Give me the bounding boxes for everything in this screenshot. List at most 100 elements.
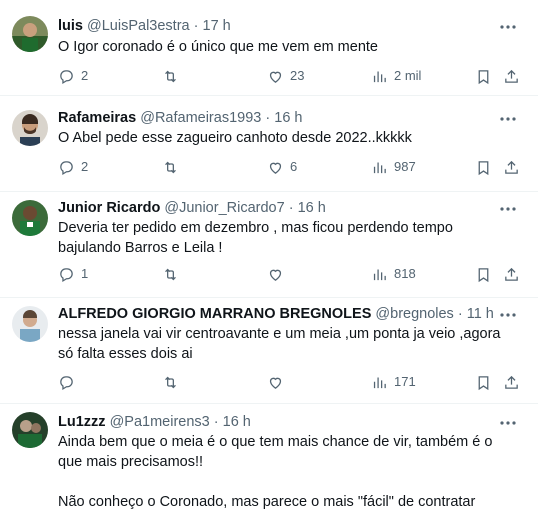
tweet[interactable]: luis @LuisPal3estra · 17 h O Igor corona… — [0, 0, 538, 96]
tweet[interactable]: Lu1zzz @Pa1meirens3 · 16 h Ainda bem que… — [0, 404, 538, 510]
views-count: 171 — [394, 374, 416, 389]
bookmark-button[interactable] — [475, 157, 492, 177]
author-name[interactable]: Rafameiras — [58, 110, 136, 126]
like-count: 23 — [290, 68, 305, 83]
author-name[interactable]: luis — [58, 18, 83, 34]
timestamp[interactable]: 16 h — [298, 200, 326, 216]
like-icon — [269, 162, 282, 174]
views-icon — [373, 269, 386, 280]
tweet-text: O Igor coronado é o único que me vem em … — [58, 37, 518, 57]
timestamp[interactable]: 11 h — [467, 306, 494, 322]
reply-icon — [60, 160, 73, 175]
reply-icon — [60, 69, 73, 84]
reply-button[interactable]: 1 — [58, 264, 88, 284]
bookmark-button[interactable] — [475, 372, 492, 392]
share-icon — [505, 69, 518, 83]
timestamp[interactable]: 16 h — [274, 110, 302, 126]
tweet-header: Lu1zzz @Pa1meirens3 · 16 h — [58, 412, 498, 432]
reply-button[interactable]: 2 — [58, 157, 88, 177]
views-icon — [373, 162, 386, 173]
tweet-text-paragraph: Deveria ter pedido em dezembro , mas fic… — [58, 220, 453, 256]
like-icon — [269, 269, 282, 281]
timestamp[interactable]: 16 h — [223, 414, 251, 430]
more-icon[interactable] — [498, 17, 518, 37]
more-icon[interactable] — [498, 109, 518, 129]
reply-feed: luis @LuisPal3estra · 17 h O Igor corona… — [0, 0, 538, 510]
reply-icon — [60, 375, 73, 390]
avatar[interactable] — [12, 200, 48, 236]
bookmark-button[interactable] — [475, 66, 492, 86]
author-handle[interactable]: @bregnoles — [375, 306, 453, 322]
share-icon — [505, 375, 518, 389]
reply-count: 2 — [81, 68, 89, 83]
retweet-button[interactable] — [162, 157, 185, 177]
tweet-text: Deveria ter pedido em dezembro , mas fic… — [58, 218, 518, 258]
share-button[interactable] — [503, 264, 520, 284]
more-icon[interactable] — [498, 305, 518, 325]
timestamp[interactable]: 17 h — [203, 18, 231, 34]
retweet-button[interactable] — [162, 264, 185, 284]
reply-button[interactable]: 2 — [58, 66, 88, 86]
tweet-actions: 2 6 987 — [58, 157, 538, 177]
author-name[interactable]: ALFREDO GIORGIO MARRANO BREGNOLES — [58, 306, 371, 322]
views-button[interactable]: 2 mil — [371, 66, 421, 86]
reply-icon — [60, 267, 73, 282]
share-button[interactable] — [503, 372, 520, 392]
tweet[interactable]: Junior Ricardo @Junior_Ricardo7 · 16 h D… — [0, 192, 538, 298]
author-handle[interactable]: @Junior_Ricardo7 — [164, 200, 284, 216]
share-icon — [505, 160, 518, 174]
tweet[interactable]: Rafameiras @Rafameiras1993 · 16 h O Abel… — [0, 96, 538, 192]
tweet-text-paragraph: O Igor coronado é o único que me vem em … — [58, 39, 378, 55]
bookmark-button[interactable] — [475, 264, 492, 284]
views-count: 2 mil — [394, 68, 422, 83]
avatar[interactable] — [12, 16, 48, 52]
views-button[interactable]: 818 — [371, 264, 416, 284]
share-button[interactable] — [503, 66, 520, 86]
tweet-actions: 171 — [58, 372, 538, 392]
retweet-button[interactable] — [162, 372, 185, 392]
views-button[interactable]: 987 — [371, 157, 416, 177]
avatar[interactable] — [12, 306, 48, 342]
bookmark-icon — [478, 69, 489, 84]
tweet-text: O Abel pede esse zagueiro canhoto desde … — [58, 128, 518, 148]
more-icon[interactable] — [498, 413, 518, 433]
avatar[interactable] — [12, 412, 48, 448]
share-icon — [505, 267, 518, 281]
tweet-actions: 1 818 — [58, 264, 538, 284]
reply-button[interactable] — [58, 372, 81, 392]
tweet-header: Rafameiras @Rafameiras1993 · 16 h — [58, 108, 498, 128]
avatar[interactable] — [12, 110, 48, 146]
share-button[interactable] — [503, 157, 520, 177]
like-button[interactable]: 6 — [267, 157, 297, 177]
like-button[interactable] — [267, 372, 290, 392]
tweet-header: Junior Ricardo @Junior_Ricardo7 · 16 h — [58, 198, 498, 218]
retweet-icon — [165, 161, 176, 173]
like-button[interactable]: 23 — [267, 66, 304, 86]
bookmark-icon — [478, 375, 489, 390]
author-handle[interactable]: @Rafameiras1993 — [140, 110, 261, 126]
retweet-icon — [165, 70, 176, 82]
author-name[interactable]: Junior Ricardo — [58, 200, 160, 216]
retweet-button[interactable] — [162, 66, 185, 86]
tweet-actions: 2 23 2 mil — [58, 66, 538, 86]
author-handle[interactable]: @LuisPal3estra — [87, 18, 190, 34]
more-icon[interactable] — [498, 199, 518, 219]
tweet-text-paragraph: Não conheço o Coronado, mas parece o mai… — [58, 494, 476, 510]
tweet-header: luis @LuisPal3estra · 17 h — [58, 16, 498, 36]
tweet-text-paragraph: Ainda bem que o meia é o que tem mais ch… — [58, 434, 493, 470]
separator-dot: · — [265, 110, 271, 126]
tweet[interactable]: ALFREDO GIORGIO MARRANO BREGNOLES @bregn… — [0, 298, 538, 404]
views-button[interactable]: 171 — [371, 372, 416, 392]
tweet-header: ALFREDO GIORGIO MARRANO BREGNOLES @bregn… — [58, 304, 498, 324]
reply-count: 2 — [81, 159, 89, 174]
tweet-text-paragraph: O Abel pede esse zagueiro canhoto desde … — [58, 130, 412, 146]
author-handle[interactable]: @Pa1meirens3 — [110, 414, 210, 430]
author-name[interactable]: Lu1zzz — [58, 414, 106, 430]
like-count: 6 — [290, 159, 298, 174]
tweet-text: nessa janela vai vir centroavante e um m… — [58, 324, 518, 364]
like-icon — [269, 71, 282, 83]
reply-count: 1 — [81, 266, 89, 281]
bookmark-icon — [478, 267, 489, 282]
like-button[interactable] — [267, 264, 290, 284]
views-icon — [373, 377, 386, 388]
